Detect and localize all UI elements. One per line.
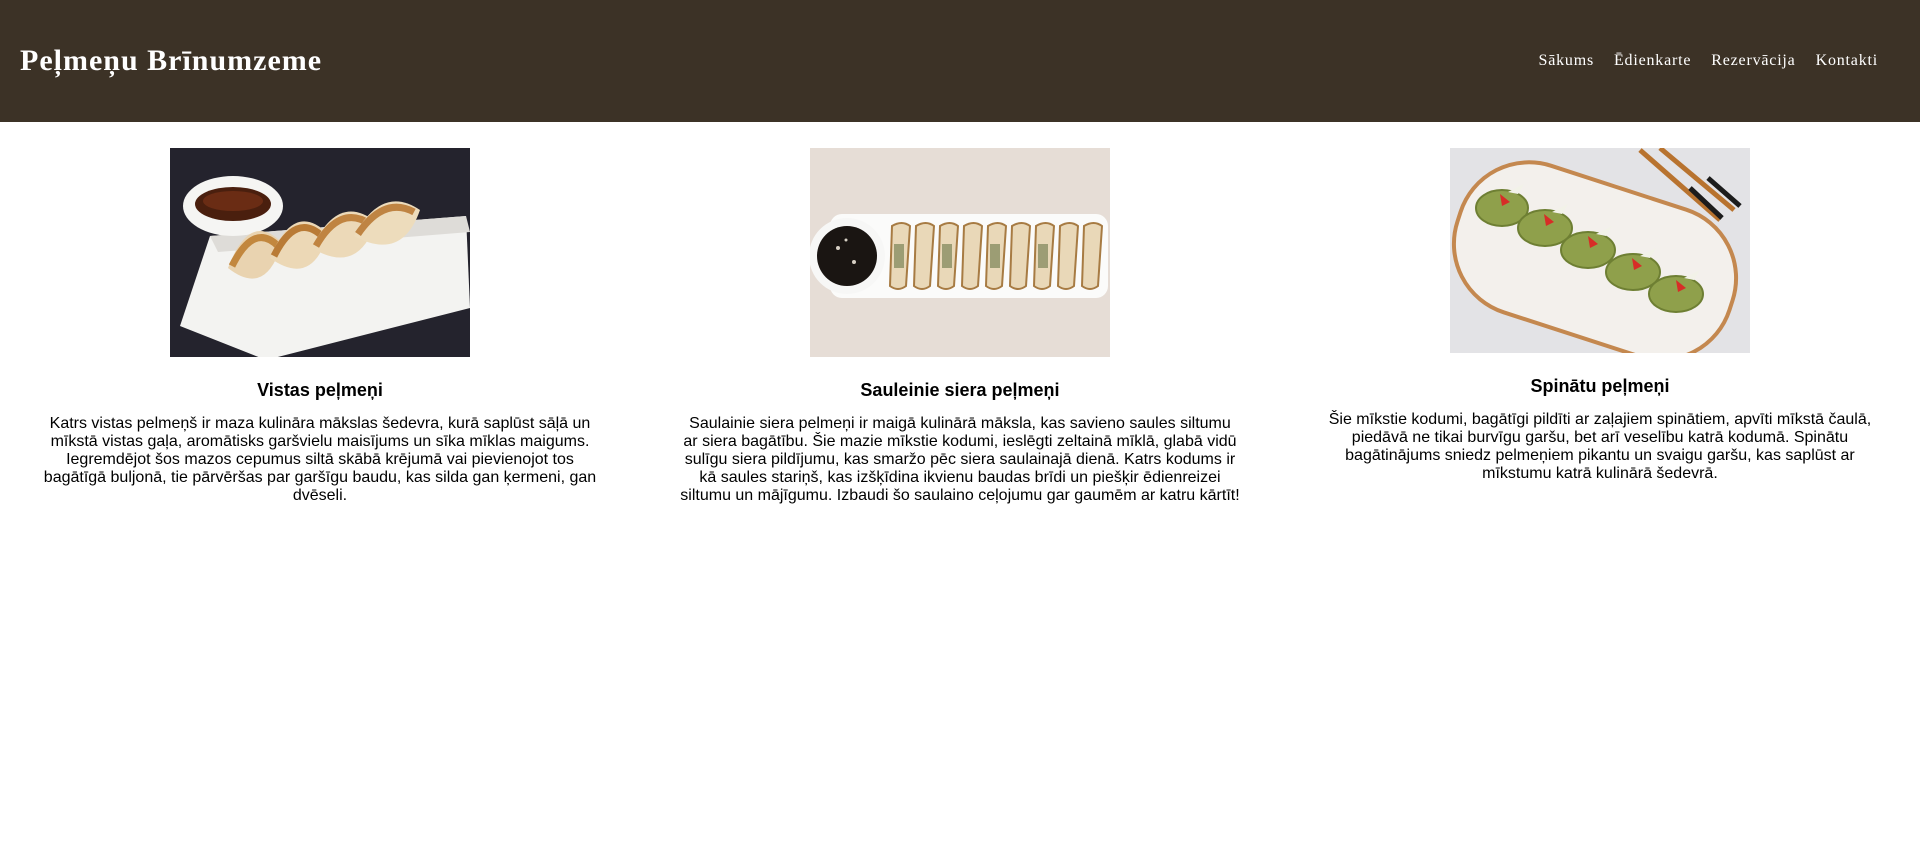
nav-link-contacts[interactable]: Kontakti bbox=[1816, 52, 1878, 70]
dish-card-spinach: Spinātu peļmeņi Šie mīkstie kodumi, bagā… bbox=[1280, 148, 1920, 505]
dish-card-cheese: Sauleinie siera peļmeņi Saulainie siera … bbox=[640, 148, 1280, 505]
dish-description: Šie mīkstie kodumi, bagātīgi pildīti ar … bbox=[1328, 411, 1872, 482]
nav-link-home[interactable]: Sākums bbox=[1539, 52, 1594, 70]
main-nav: Sākums Ēdienkarte Rezervācija Kontakti bbox=[1539, 52, 1879, 70]
site-header: Peļmeņu Brīnumzeme Sākums Ēdienkarte Rez… bbox=[0, 0, 1920, 122]
site-title[interactable]: Peļmeņu Brīnumzeme bbox=[20, 44, 322, 78]
dish-title: Spinātu peļmeņi bbox=[1530, 376, 1670, 396]
dish-card-chicken: Vistas peļmeņi Katrs vistas pelmeņš ir m… bbox=[0, 148, 640, 505]
dish-title: Sauleinie siera peļmeņi bbox=[860, 380, 1060, 400]
nav-link-menu[interactable]: Ēdienkarte bbox=[1614, 52, 1691, 70]
chicken-dumplings-image bbox=[169, 148, 470, 357]
cheese-dumplings-image bbox=[809, 148, 1110, 357]
dish-description: Katrs vistas pelmeņš ir maza kulināra mā… bbox=[43, 415, 597, 504]
spinach-dumplings-image bbox=[1449, 148, 1750, 353]
dish-description: Saulainie siera pelmeņi ir maigā kulinār… bbox=[680, 415, 1240, 504]
dish-title: Vistas peļmeņi bbox=[257, 380, 383, 400]
nav-link-reservation[interactable]: Rezervācija bbox=[1711, 52, 1795, 70]
dish-cards: Vistas peļmeņi Katrs vistas pelmeņš ir m… bbox=[0, 122, 1920, 505]
